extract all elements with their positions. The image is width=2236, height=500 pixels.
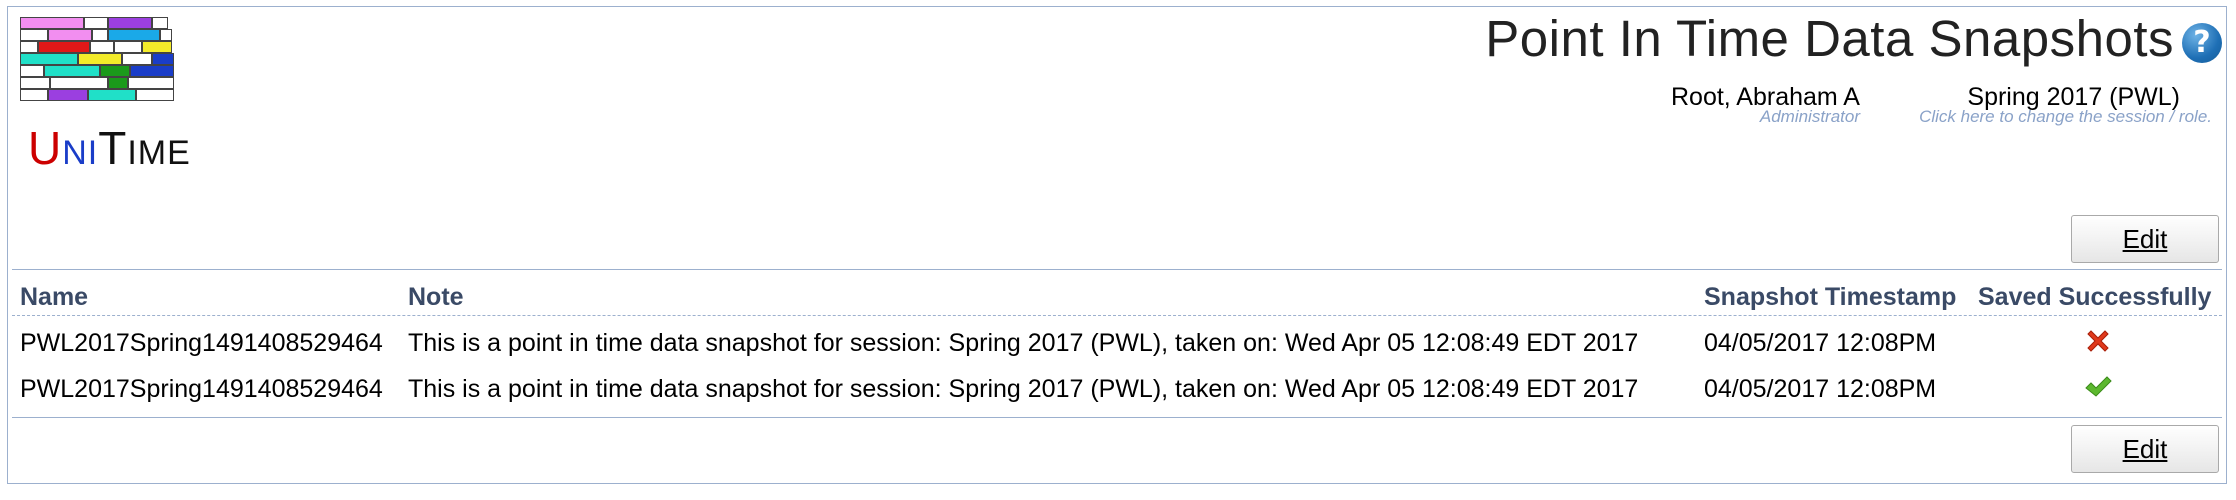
column-header-snapshot-timestamp: Snapshot Timestamp <box>1704 283 1957 311</box>
header-divider <box>12 269 2222 270</box>
column-header-note: Note <box>408 283 464 311</box>
logo-grid-graphic <box>20 17 180 113</box>
edit-button-bottom[interactable]: Edit <box>2071 425 2219 473</box>
column-header-saved-successfully: Saved Successfully <box>1978 283 2212 311</box>
table-bottom-divider <box>12 417 2222 418</box>
user-role: Administrator <box>1759 107 1860 126</box>
unitime-logo[interactable]: UNITIME <box>20 17 190 174</box>
row-note: This is a point in time data snapshot fo… <box>408 375 1639 403</box>
green-check-icon <box>2085 376 2112 397</box>
row-name: PWL2017Spring1491408529464 <box>20 329 383 357</box>
red-x-icon <box>2087 330 2109 352</box>
edit-button-top[interactable]: Edit <box>2071 215 2219 263</box>
row-name: PWL2017Spring1491408529464 <box>20 375 383 403</box>
row-timestamp: 04/05/2017 12:08PM <box>1704 329 1937 357</box>
edit-button-label: Edit <box>2122 224 2168 254</box>
session-change-hint[interactable]: Click here to change the session / role. <box>1919 107 2212 127</box>
edit-button-label: Edit <box>2122 434 2168 464</box>
logo-wordmark: UNITIME <box>28 122 191 174</box>
page-frame: UNITIME Point In Time Data Snapshots ? R… <box>7 6 2227 484</box>
help-icon[interactable]: ? <box>2182 23 2222 63</box>
table-header-divider <box>12 315 2222 316</box>
row-timestamp: 04/05/2017 12:08PM <box>1704 375 1937 403</box>
row-note: This is a point in time data snapshot fo… <box>408 329 1639 357</box>
column-header-name: Name <box>20 283 89 311</box>
page-title: Point In Time Data Snapshots <box>1485 10 2174 67</box>
